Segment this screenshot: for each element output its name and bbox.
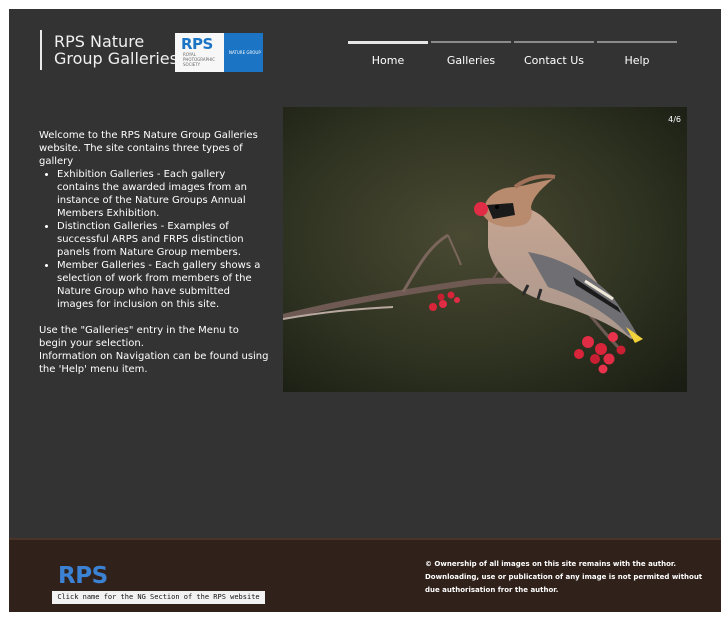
copyright-notice: © Ownership of all images on this site r… bbox=[425, 560, 703, 594]
brand-divider bbox=[40, 30, 42, 70]
site-title-line2: Group Galleries bbox=[54, 49, 178, 68]
slide-counter: 4/6 bbox=[668, 115, 681, 124]
page-frame: RPS Nature Group Galleries RPS ROYAL PHO… bbox=[9, 9, 721, 612]
logo-rps-text: RPS bbox=[181, 35, 213, 53]
site-title[interactable]: RPS Nature Group Galleries bbox=[54, 33, 178, 67]
list-item-member: Member Galleries - Each gallery shows a … bbox=[57, 259, 269, 311]
rps-website-link[interactable]: Click name for the NG Section of the RPS… bbox=[52, 591, 265, 604]
intro-text: Welcome to the RPS Nature Group Gallerie… bbox=[39, 129, 269, 376]
slideshow-image[interactable]: 4/6 bbox=[283, 107, 687, 392]
main-nav: Home Galleries Contact Us Help bbox=[348, 41, 680, 67]
site-brand[interactable]: RPS Nature Group Galleries bbox=[40, 30, 178, 70]
waxwing-photo bbox=[283, 107, 687, 392]
footer-rps-logo[interactable]: RPS bbox=[58, 563, 108, 589]
site-title-line1: RPS Nature bbox=[54, 32, 145, 51]
nav-home[interactable]: Home bbox=[348, 41, 428, 67]
intro-help-hint: Information on Navigation can be found u… bbox=[39, 351, 269, 375]
list-item-distinction: Distinction Galleries - Examples of succ… bbox=[57, 220, 269, 259]
intro-lead: Welcome to the RPS Nature Group Gallerie… bbox=[39, 130, 258, 167]
intro-galleries-hint: Use the "Galleries" entry in the Menu to… bbox=[39, 325, 239, 349]
nav-galleries[interactable]: Galleries bbox=[431, 41, 511, 67]
list-item-exhibition: Exhibition Galleries - Each gallery cont… bbox=[57, 168, 269, 220]
nav-help[interactable]: Help bbox=[597, 41, 677, 67]
nav-contact-us[interactable]: Contact Us bbox=[514, 41, 594, 67]
rps-nature-group-logo[interactable]: RPS ROYAL PHOTOGRAPHIC SOCIETY NATURE GR… bbox=[175, 33, 263, 72]
logo-nature-group-text: NATURE GROUP bbox=[229, 50, 261, 55]
logo-left-panel: RPS ROYAL PHOTOGRAPHIC SOCIETY bbox=[175, 33, 224, 72]
logo-right-panel: NATURE GROUP bbox=[224, 33, 263, 72]
gallery-types-list: Exhibition Galleries - Each gallery cont… bbox=[39, 168, 269, 311]
logo-subtext: ROYAL PHOTOGRAPHIC SOCIETY bbox=[183, 52, 216, 67]
